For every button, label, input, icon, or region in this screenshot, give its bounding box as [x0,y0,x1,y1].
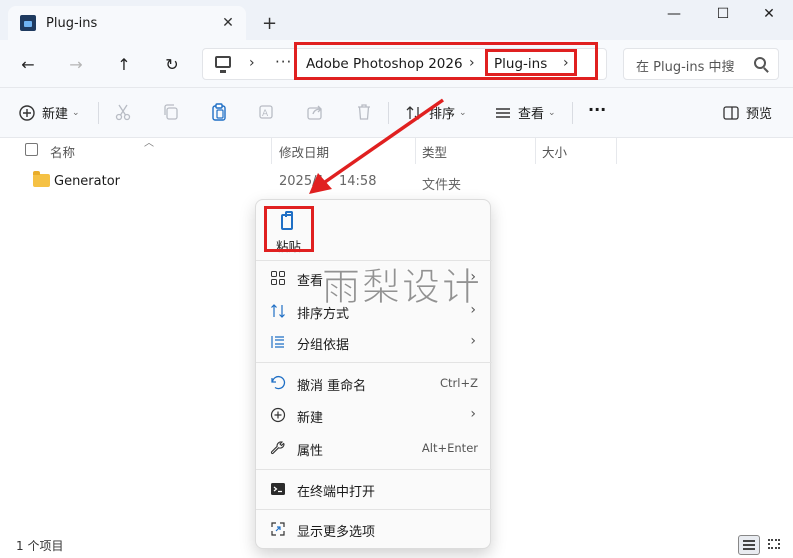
menu-item-properties[interactable]: 属性 Alt+Enter [256,433,492,463]
menu-item-shortcut: Alt+Enter [421,441,478,455]
menu-item-shortcut: Ctrl+Z [440,376,478,390]
menu-divider [256,509,492,510]
menu-item-label: 查看 [297,274,324,289]
details-view-button[interactable] [738,535,760,555]
menu-item-new[interactable]: 新建 › [256,400,492,430]
highlight-box-paste [264,206,314,252]
sort-icon [271,304,285,318]
menu-item-label: 属性 [297,444,324,459]
grid-view-icon [271,271,285,285]
undo-icon [271,376,286,390]
wrench-icon [270,441,285,455]
submenu-arrow-icon: › [470,406,476,422]
menu-item-label: 新建 [297,411,324,426]
menu-divider [256,469,492,470]
submenu-arrow-icon: › [470,333,476,349]
menu-divider [256,362,492,363]
watermark: 雨梨设计 [321,265,483,310]
menu-item-group-by[interactable]: 分组依据 › [256,327,492,357]
item-count: 1 个项目 [16,539,64,553]
menu-item-label: 分组依据 [297,338,350,353]
status-bar: 1 个项目 [0,532,793,558]
context-menu: 粘贴 查看 › 排序方式 › 分组依据 › 撤消 重命名 Ctrl+Z 新建 ›… [255,199,492,549]
plus-circle-icon [270,407,286,423]
group-icon [271,336,284,348]
details-view-icon [743,540,755,550]
menu-item-label: 撤消 重命名 [297,379,367,394]
terminal-icon [271,483,285,495]
menu-item-open-in-terminal[interactable]: 在终端中打开 [256,474,492,504]
tiles-view-icon [768,539,780,549]
tiles-view-button[interactable] [764,535,786,555]
menu-item-label: 在终端中打开 [297,485,376,500]
menu-item-undo-rename[interactable]: 撤消 重命名 Ctrl+Z [256,368,492,398]
